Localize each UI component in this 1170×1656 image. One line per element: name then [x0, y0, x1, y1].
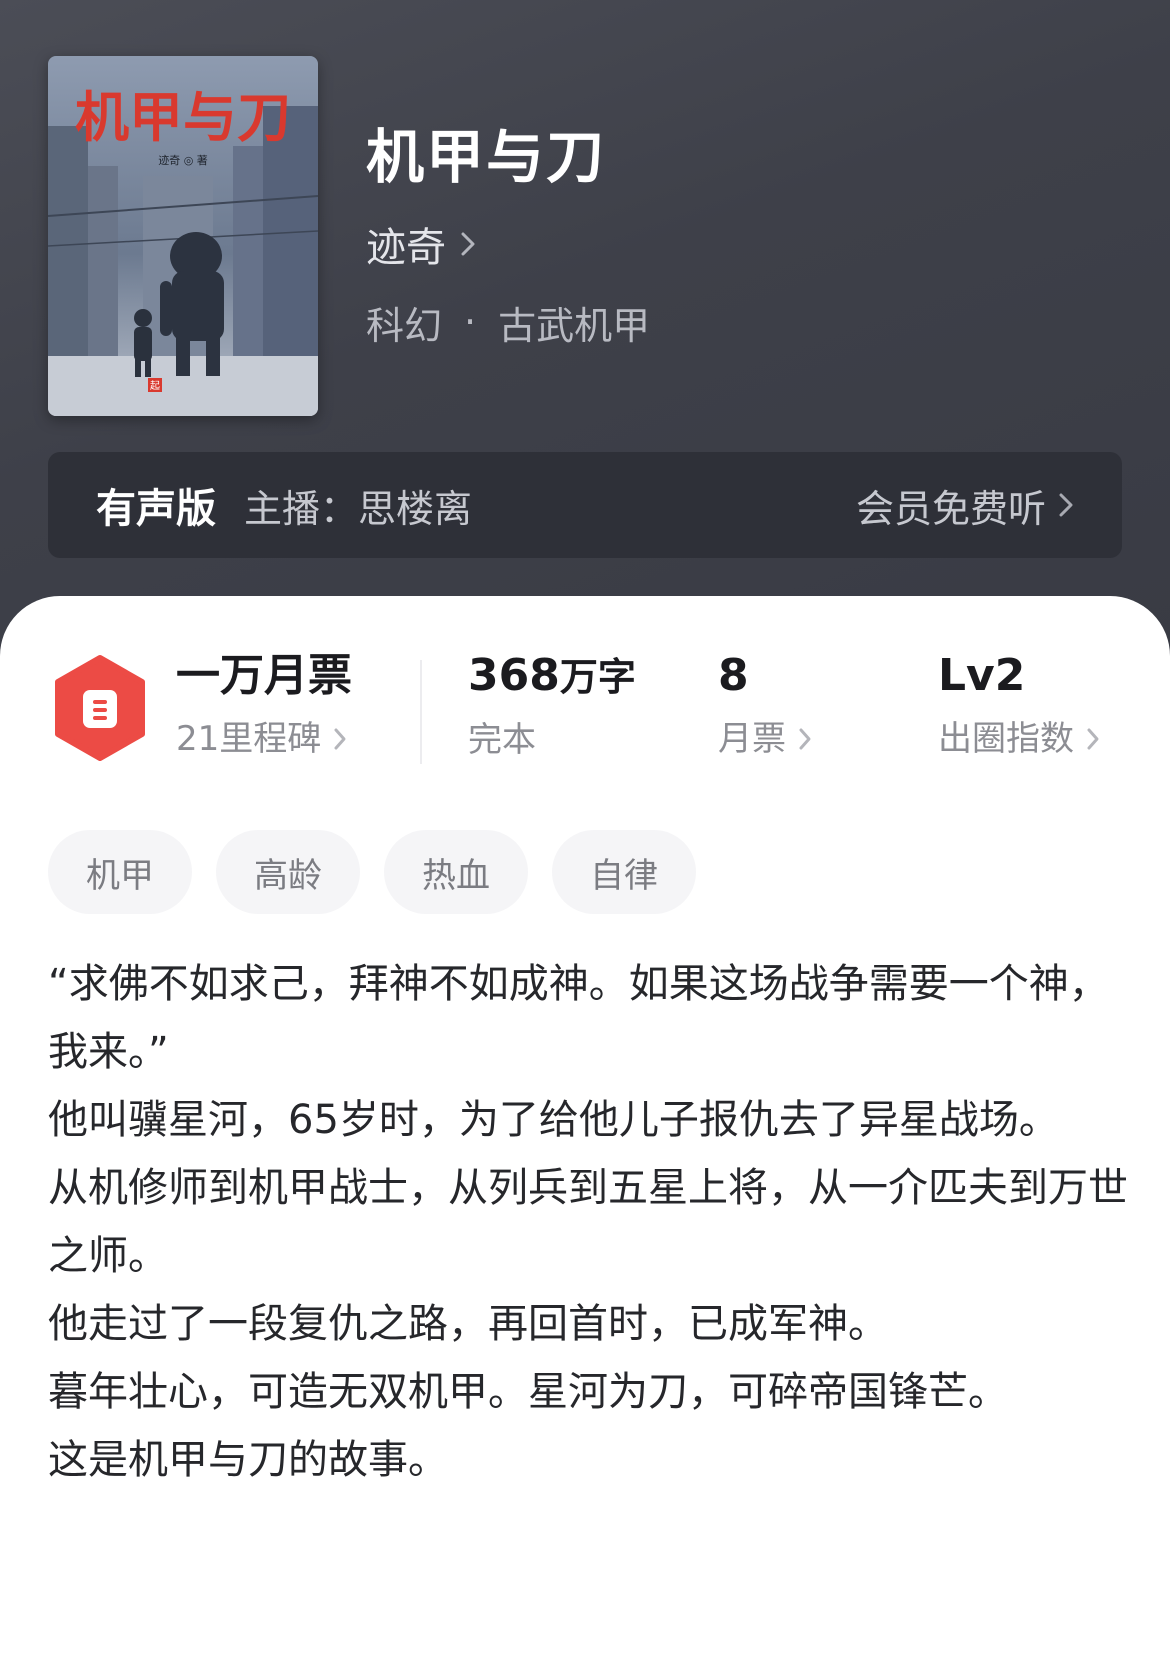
popularity-level-value: Lv2: [938, 650, 1026, 701]
completion-status: 完本: [468, 720, 536, 760]
synopsis: “求佛不如求己，拜神不如成神。如果这场战争需要一个神，我来。” 他叫骥星河，65…: [48, 950, 1128, 1494]
synopsis-paragraph: 从机修师到机甲战士，从列兵到五星上将，从一介匹夫到万世之师。: [48, 1165, 1128, 1279]
cover-title: 机甲与刀: [75, 86, 291, 149]
genre-main: 科幻: [366, 303, 443, 348]
audio-version-bar[interactable]: 有声版 主播：思楼离 会员免费听: [48, 452, 1122, 558]
audio-version-tag: 有声版: [96, 486, 216, 532]
synopsis-paragraph: 他叫骥星河，65岁时，为了给他儿子报仇去了异星战场。: [48, 1097, 1059, 1143]
stat-monthly-ticket-milestone[interactable]: 一万月票 21里程碑: [176, 648, 352, 764]
chevron-right-icon: [333, 726, 347, 752]
book-detail-sheet: 一万月票 21里程碑 368万字 完本 8 月票 Lv2 出圈指数 机甲 高龄 …: [0, 596, 1170, 1656]
stat-popularity-index[interactable]: Lv2 出圈指数: [938, 648, 1100, 764]
member-free-listen[interactable]: 会员免费听: [856, 478, 1074, 533]
synopsis-paragraph: 暮年壮心，可造无双机甲。星河为刀，可碎帝国锋芒。: [48, 1369, 1008, 1415]
word-count-value: 368: [468, 650, 560, 701]
monthly-votes-value: 8: [718, 650, 749, 701]
chevron-right-icon: [1086, 726, 1100, 752]
synopsis-paragraph: “求佛不如求己，拜神不如成神。如果这场战争需要一个神，我来。”: [48, 961, 1109, 1075]
word-count-unit: 万字: [559, 655, 636, 699]
stat-word-count: 368万字 完本: [468, 648, 636, 765]
stats-row: 一万月票 21里程碑 368万字 完本 8 月票 Lv2 出圈指数: [0, 648, 1170, 768]
synopsis-paragraph: 这是机甲与刀的故事。: [48, 1437, 448, 1483]
tag-list: 机甲 高龄 热血 自律: [48, 830, 696, 914]
tag-chip[interactable]: 高龄: [216, 830, 360, 914]
author-link[interactable]: 迹奇: [366, 218, 476, 271]
book-header: 机甲与刀 迹奇 ◎ 著 起 机甲与刀 迹奇 科幻 · 古武机甲 有声版 主播：思…: [0, 0, 1170, 660]
stat-monthly-votes[interactable]: 8 月票: [718, 648, 812, 764]
book-cover-art: 机甲与刀 迹奇 ◎ 著 起: [48, 56, 318, 416]
cover-publisher-badge: 起: [150, 380, 160, 392]
tag-chip[interactable]: 热血: [384, 830, 528, 914]
stats-divider: [420, 660, 422, 764]
monthly-votes-label: 月票: [718, 719, 786, 759]
popularity-index-label: 出圈指数: [938, 719, 1074, 759]
ticket-milestone-sub: 21里程碑: [176, 719, 322, 759]
genre-sub: 古武机甲: [498, 303, 651, 348]
book-cover[interactable]: 机甲与刀 迹奇 ◎ 著 起: [48, 56, 318, 416]
book-title: 机甲与刀: [366, 123, 607, 191]
narrator-label: 主播：思楼离: [244, 486, 473, 531]
chevron-right-icon: [460, 230, 476, 258]
chevron-right-icon: [798, 726, 812, 752]
cover-author: 迹奇 ◎ 著: [158, 153, 208, 167]
author-name: 迹奇: [366, 225, 446, 271]
genre-line: 科幻 · 古武机甲: [366, 296, 650, 348]
tag-chip[interactable]: 机甲: [48, 830, 192, 914]
tag-chip[interactable]: 自律: [552, 830, 696, 914]
synopsis-paragraph: 他走过了一段复仇之路，再回首时，已成军神。: [48, 1301, 888, 1347]
genre-separator: ·: [464, 300, 477, 344]
member-free-label: 会员免费听: [855, 486, 1046, 531]
ticket-hexagon-icon: [52, 654, 148, 766]
chevron-right-icon: [1058, 491, 1074, 519]
ticket-milestone-title: 一万月票: [176, 650, 352, 701]
